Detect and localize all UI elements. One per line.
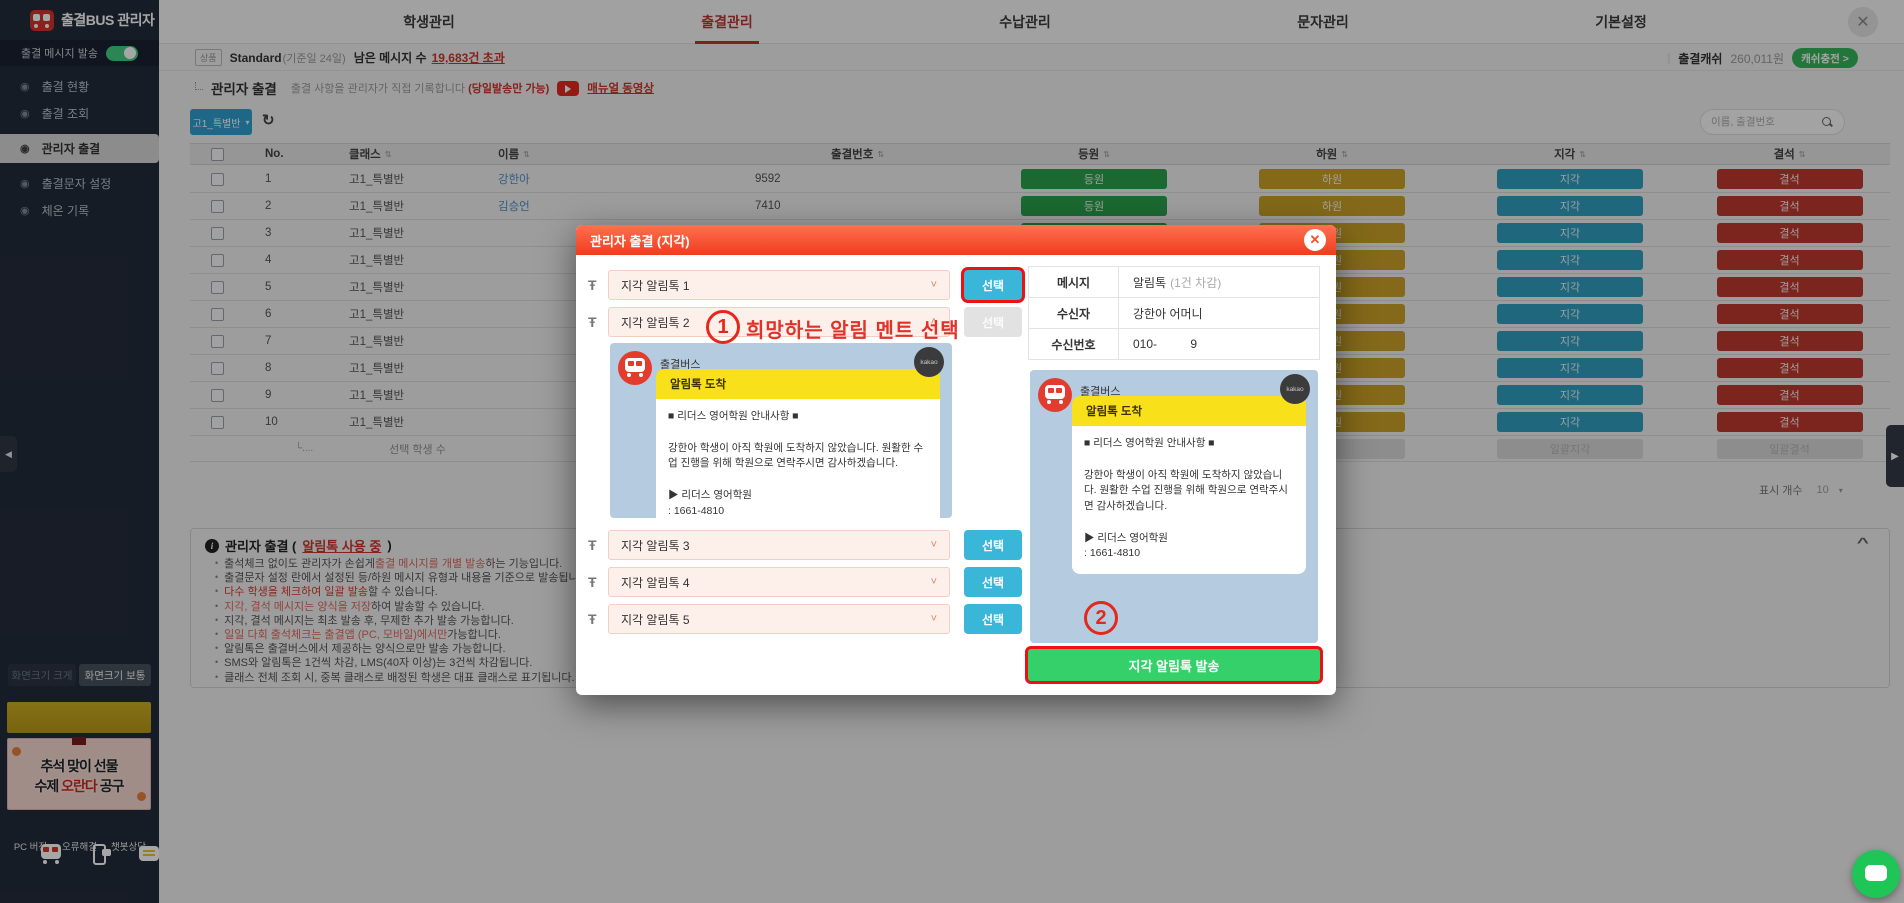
app-root: 학생관리 출결관리 수납관리 문자관리 기본설정 ✕ 상품 Standard (… [0, 0, 1904, 903]
chat-fab-button[interactable] [1852, 850, 1900, 898]
late-template-1-dropdown[interactable]: 지각 알림톡 1 ˅ [608, 270, 950, 300]
template-label: 지각 알림톡 1 [621, 277, 690, 294]
recipient-number-label: 수신번호 [1029, 329, 1119, 359]
recipient-value: 강한아 어머니 [1119, 298, 1319, 328]
bus-avatar-icon [618, 351, 652, 385]
message-type-label: 메시지 [1029, 267, 1119, 297]
recipient-label: 수신자 [1029, 298, 1119, 328]
chevron-down-icon: ˅ [931, 576, 937, 588]
send-late-alimtalk-button[interactable]: 지각 알림톡 발송 [1028, 649, 1320, 681]
annotation-step-2: 2 [1084, 601, 1118, 635]
recipient-number-value: 010- 9 [1119, 329, 1319, 359]
pin-icon: Ŧ [588, 314, 604, 330]
template-label: 지각 알림톡 3 [621, 537, 690, 554]
kakao-badge-icon: kakao [914, 347, 944, 377]
modal-close-icon[interactable]: ✕ [1304, 229, 1326, 251]
select-template-4-button[interactable]: 선택 [964, 567, 1022, 597]
template-label: 지각 알림톡 5 [621, 611, 690, 628]
late-template-3-dropdown[interactable]: 지각 알림톡 3 ˅ [608, 530, 950, 560]
pin-icon: Ŧ [588, 537, 604, 553]
preview-banner: 알림톡 도착 [656, 369, 940, 399]
bus-avatar-icon [1038, 378, 1072, 412]
pin-icon: Ŧ [588, 277, 604, 293]
recipient-info-table: 메시지 알림톡(1건 차감) 수신자강한아 어머니 수신번호010- 9 [1028, 266, 1320, 360]
annotation-step-1-text: 희망하는 알림 멘트 선택 [746, 314, 960, 343]
message-type-value: 알림톡 [1133, 274, 1166, 291]
select-template-3-button[interactable]: 선택 [964, 530, 1022, 560]
pin-icon: Ŧ [588, 574, 604, 590]
chat-bubble-icon [1865, 865, 1887, 881]
admin-late-modal: 관리자 출결 (지각) ✕ Ŧ 지각 알림톡 1˅ 선택 Ŧ 지각 알림톡 2˄… [576, 225, 1336, 695]
template-label: 지각 알림톡 4 [621, 574, 690, 591]
late-template-5-dropdown[interactable]: 지각 알림톡 5 ˅ [608, 604, 950, 634]
select-template-1-button[interactable]: 선택 [964, 270, 1022, 300]
message-type-note: (1건 차감) [1170, 274, 1221, 291]
preview-message: ■ 리더스 영어학원 안내사항 ■ 강한아 학생이 아직 학원에 도착하지 않았… [1072, 426, 1306, 574]
chevron-down-icon: ˅ [931, 539, 937, 551]
late-template-4-dropdown[interactable]: 지각 알림톡 4 ˅ [608, 567, 950, 597]
template-label: 지각 알림톡 2 [621, 314, 690, 331]
preview-message: ■ 리더스 영어학원 안내사항 ■ 강한아 학생이 아직 학원에 도착하지 않았… [656, 399, 940, 531]
chevron-down-icon: ˅ [931, 613, 937, 625]
kakao-badge-icon: kakao [1280, 374, 1310, 404]
kakao-preview-right: 출결버스 kakao 알림톡 도착 ■ 리더스 영어학원 안내사항 ■ 강한아 … [1030, 370, 1318, 643]
annotation-step-1: 1 [706, 310, 740, 344]
select-template-5-button[interactable]: 선택 [964, 604, 1022, 634]
chevron-down-icon: ˅ [931, 279, 937, 291]
modal-header: 관리자 출결 (지각) [576, 225, 1336, 255]
select-template-2-button[interactable]: 선택 [964, 307, 1022, 337]
pin-icon: Ŧ [588, 611, 604, 627]
modal-title: 관리자 출결 (지각) [590, 231, 690, 250]
preview-banner: 알림톡 도착 [1072, 396, 1306, 426]
kakao-preview-left: 출결버스 kakao 알림톡 도착 ■ 리더스 영어학원 안내사항 ■ 강한아 … [610, 343, 952, 518]
